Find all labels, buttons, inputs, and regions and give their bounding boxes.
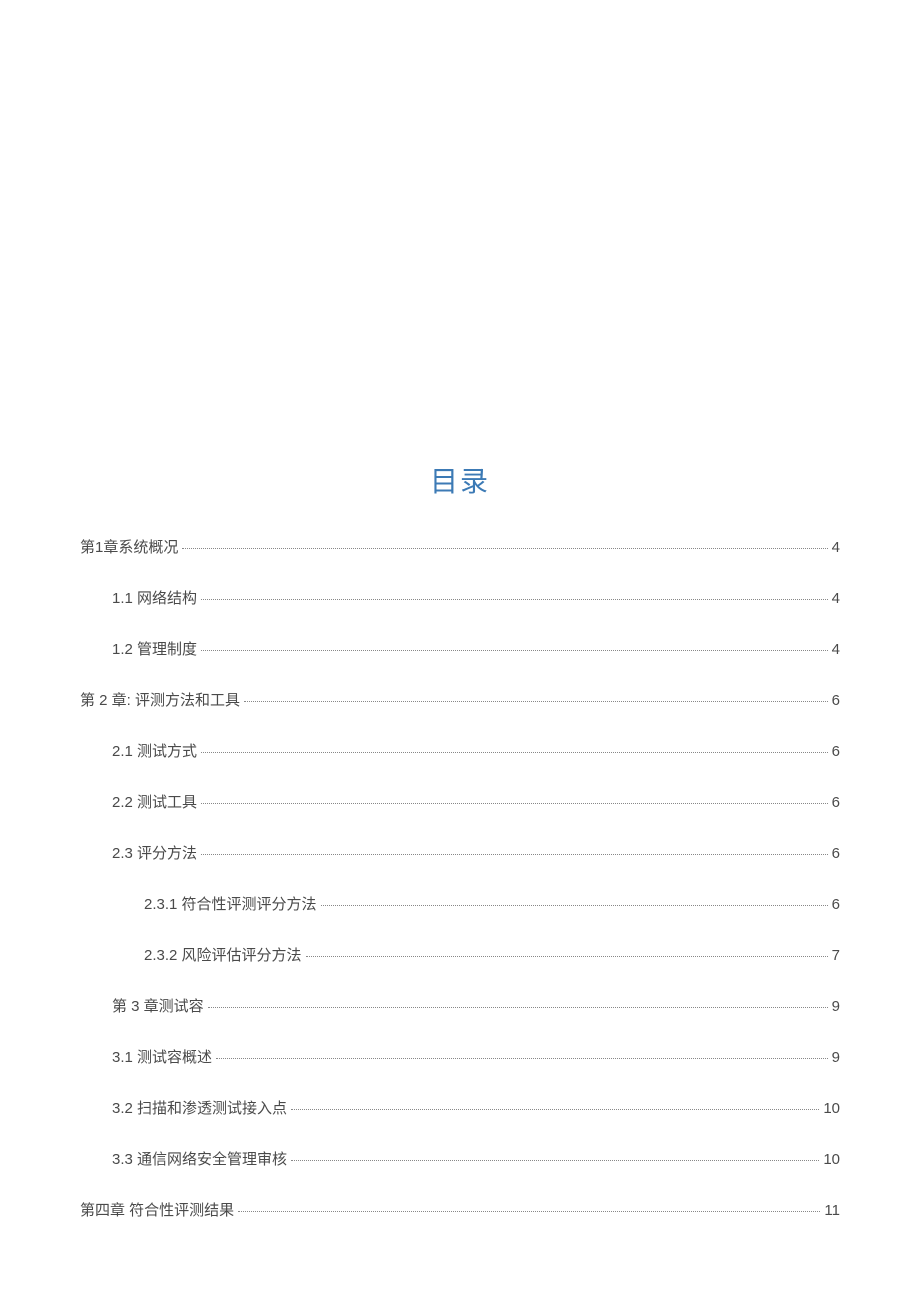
- toc-entry: 2.1 测试方式 6: [80, 740, 840, 761]
- toc-leader-dots: [216, 1058, 828, 1059]
- toc-entry-page: 6: [832, 845, 840, 862]
- toc-leader-dots: [201, 803, 828, 804]
- toc-entry-label: 第1章系统概况: [80, 536, 178, 557]
- toc-container: 第1章系统概况 4 1.1 网络结构 4 1.2 管理制度 4 第 2 章: 评测方法和工具…: [80, 536, 840, 1220]
- toc-entry: 2.3.1 符合性评测评分方法 6: [80, 893, 840, 914]
- toc-entry-page: 11: [824, 1202, 840, 1219]
- toc-entry: 第四章 符合性评测结果 11: [80, 1199, 840, 1220]
- toc-leader-dots: [321, 905, 828, 906]
- toc-entry-label: 1.1 网络结构: [112, 587, 197, 608]
- toc-entry-page: 4: [832, 539, 840, 556]
- toc-leader-dots: [182, 548, 827, 549]
- toc-entry-label: 3.3 通信网络安全管理审核: [112, 1148, 287, 1169]
- toc-entry-label: 2.3.1 符合性评测评分方法: [144, 893, 317, 914]
- toc-entry-label: 第 2 章: 评测方法和工具: [80, 689, 240, 710]
- toc-entry-page: 6: [832, 896, 840, 913]
- toc-entry: 2.2 测试工具 6: [80, 791, 840, 812]
- toc-entry-label: 第 3 章测试容: [112, 995, 204, 1016]
- toc-entry: 第 3 章测试容 9: [80, 995, 840, 1016]
- toc-entry-page: 4: [832, 641, 840, 658]
- toc-leader-dots: [306, 956, 828, 957]
- toc-entry: 2.3.2 风险评估评分方法 7: [80, 944, 840, 965]
- toc-entry: 第 2 章: 评测方法和工具 6: [80, 689, 840, 710]
- toc-entry: 3.3 通信网络安全管理审核 10: [80, 1148, 840, 1169]
- toc-leader-dots: [208, 1007, 828, 1008]
- toc-entry: 2.3 评分方法 6: [80, 842, 840, 863]
- toc-leader-dots: [238, 1211, 820, 1212]
- toc-entry: 3.2 扫描和渗透测试接入点 10: [80, 1097, 840, 1118]
- toc-entry-page: 10: [823, 1100, 840, 1117]
- toc-leader-dots: [201, 854, 828, 855]
- toc-entry: 1.1 网络结构 4: [80, 587, 840, 608]
- toc-title: 目录: [80, 460, 840, 500]
- toc-leader-dots: [291, 1109, 819, 1110]
- toc-entry-page: 6: [832, 692, 840, 709]
- document-page: 目录 第1章系统概况 4 1.1 网络结构 4 1.2 管理制度 4 第 2 章: 评测方法…: [0, 0, 920, 1302]
- toc-entry-label: 第四章 符合性评测结果: [80, 1199, 234, 1220]
- toc-entry-label: 2.1 测试方式: [112, 740, 197, 761]
- toc-entry-page: 7: [832, 947, 840, 964]
- toc-entry-label: 2.3 评分方法: [112, 842, 197, 863]
- toc-entry-label: 3.2 扫描和渗透测试接入点: [112, 1097, 287, 1118]
- toc-leader-dots: [201, 650, 828, 651]
- toc-entry-label: 2.3.2 风险评估评分方法: [144, 944, 302, 965]
- toc-entry-page: 9: [832, 998, 840, 1015]
- toc-entry-label: 3.1 测试容概述: [112, 1046, 212, 1067]
- toc-leader-dots: [244, 701, 828, 702]
- toc-entry-label: 1.2 管理制度: [112, 638, 197, 659]
- toc-leader-dots: [291, 1160, 819, 1161]
- toc-entry-page: 9: [832, 1049, 840, 1066]
- toc-entry-label: 2.2 测试工具: [112, 791, 197, 812]
- toc-entry: 1.2 管理制度 4: [80, 638, 840, 659]
- toc-entry-page: 6: [832, 743, 840, 760]
- toc-entry-page: 4: [832, 590, 840, 607]
- toc-entry: 3.1 测试容概述 9: [80, 1046, 840, 1067]
- toc-entry: 第1章系统概况 4: [80, 536, 840, 557]
- toc-entry-page: 10: [823, 1151, 840, 1168]
- toc-leader-dots: [201, 752, 828, 753]
- toc-entry-page: 6: [832, 794, 840, 811]
- toc-leader-dots: [201, 599, 828, 600]
